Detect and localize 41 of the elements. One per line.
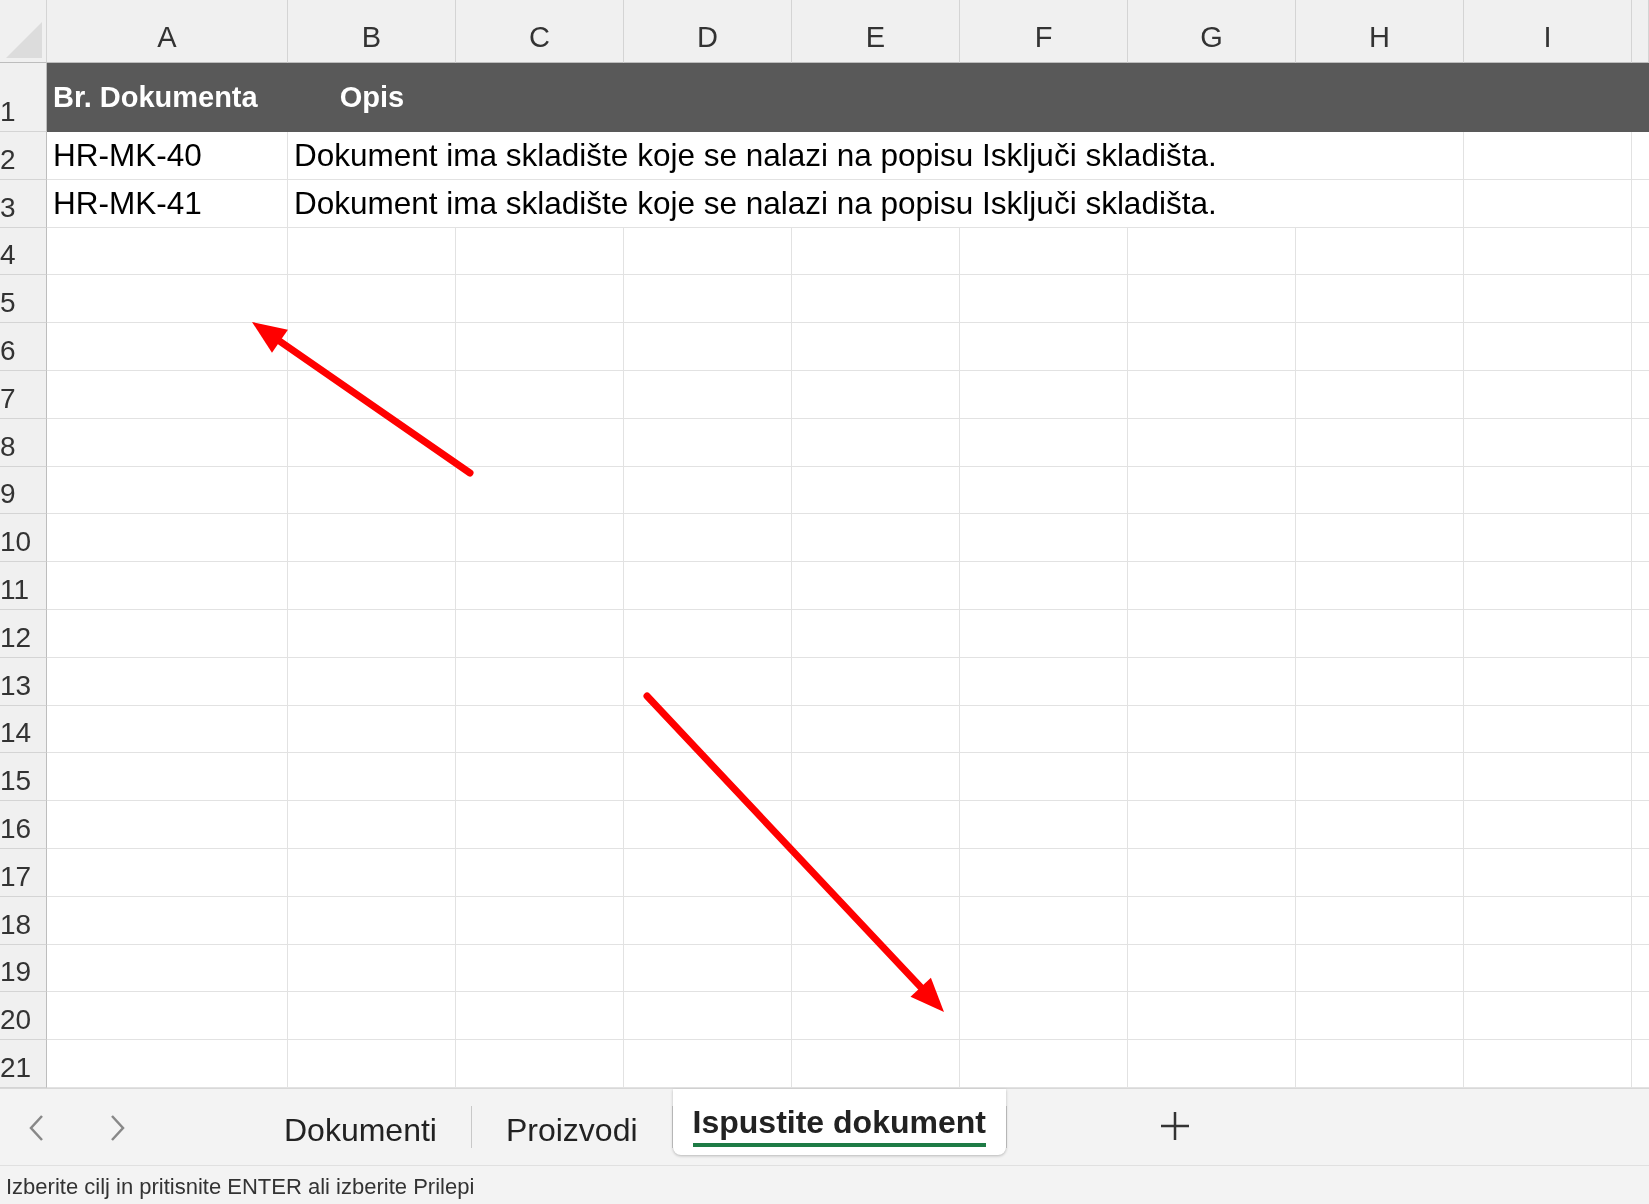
row-number[interactable]: 3 (0, 179, 47, 228)
row-number[interactable]: 15 (0, 753, 47, 802)
sheet-tab[interactable]: Ispustite dokument (672, 1089, 1006, 1155)
column-header[interactable]: D (624, 0, 792, 63)
row-number[interactable]: 1 (0, 63, 47, 132)
status-text: Izberite cilj in pritisnite ENTER ali izberite Prilepi (6, 1174, 475, 1199)
row-number[interactable]: 8 (0, 418, 47, 467)
column-header[interactable]: A (47, 0, 288, 63)
row-number[interactable]: 13 (0, 657, 47, 706)
column-header[interactable]: F (960, 0, 1128, 63)
table-cell: Dokument ima skladište koje se nalazi na popisu Isključi skladišta. (294, 185, 1217, 223)
row-number[interactable]: 20 (0, 992, 47, 1041)
row-number[interactable]: 17 (0, 849, 47, 897)
row-number[interactable]: 18 (0, 896, 47, 945)
row-number[interactable]: 10 (0, 514, 47, 563)
row-number[interactable]: 12 (0, 610, 47, 658)
row-number[interactable]: 11 (0, 562, 47, 610)
table-cell: Dokument ima skladište koje se nalazi na popisu Isključi skladišta. (294, 137, 1217, 175)
column-header[interactable]: G (1128, 0, 1296, 63)
column-header[interactable]: C (456, 0, 624, 63)
row-number[interactable]: 4 (0, 227, 47, 276)
add-sheet-icon[interactable] (1160, 1111, 1190, 1141)
row-number[interactable]: 5 (0, 275, 47, 324)
table-cell: HR-MK-41 (53, 185, 202, 223)
row-number[interactable]: 19 (0, 944, 47, 993)
row-number[interactable]: 9 (0, 466, 47, 515)
column-header[interactable]: E (792, 0, 960, 63)
row-number[interactable]: 21 (0, 1040, 47, 1088)
row-number[interactable]: 16 (0, 801, 47, 849)
table-header: Br. Dokumenta (52, 81, 259, 114)
table-cell: HR-MK-40 (53, 137, 202, 175)
column-header[interactable]: I (1464, 0, 1632, 63)
column-header[interactable]: B (288, 0, 456, 63)
sheet-tab[interactable]: Proizvodi (471, 1108, 672, 1152)
row-number[interactable]: 2 (0, 132, 47, 180)
column-header[interactable]: H (1296, 0, 1464, 63)
row-number[interactable]: 14 (0, 705, 47, 754)
row-number[interactable]: 6 (0, 323, 47, 371)
sheet-tab[interactable]: Dokumenti (250, 1108, 471, 1152)
table-header: Opis (338, 81, 406, 114)
row-number[interactable]: 7 (0, 371, 47, 419)
